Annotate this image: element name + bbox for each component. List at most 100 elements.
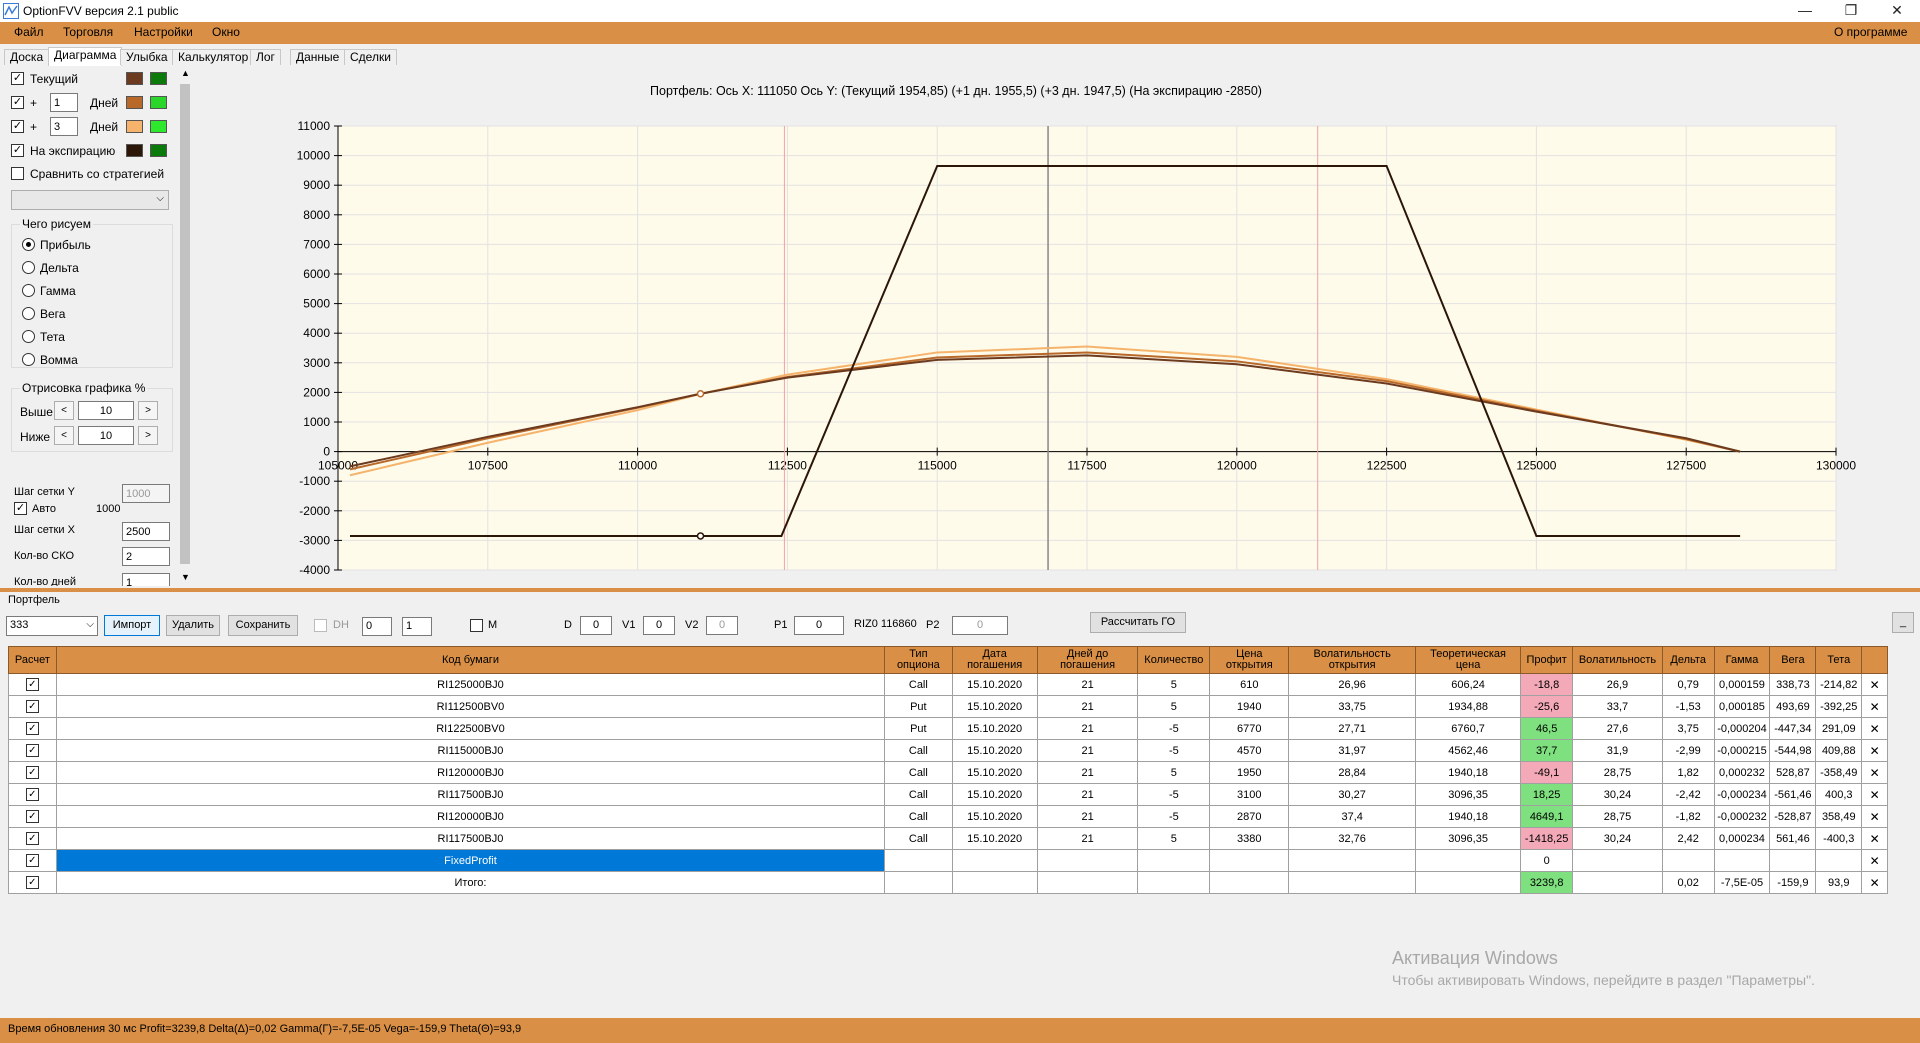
menu-settings[interactable]: Настройки bbox=[134, 25, 193, 39]
profit-chart-area[interactable]: Портфель: Ось X: 111050 Ось Y: (Текущий … bbox=[196, 70, 1920, 585]
row-calc-checkbox[interactable]: ✓ bbox=[25, 876, 39, 889]
plus1-checkbox[interactable]: ✓ bbox=[11, 96, 24, 109]
dh-checkbox[interactable] bbox=[314, 619, 327, 632]
plus3-color-orange[interactable] bbox=[126, 120, 143, 133]
above-input[interactable] bbox=[78, 401, 134, 420]
table-row[interactable]: ✓ RI120000BJ0 Call 15.10.2020 21 5 1950 28,84 19… bbox=[8, 761, 1888, 784]
below-increase-button[interactable]: > bbox=[138, 426, 158, 445]
row-calc-checkbox[interactable]: ✓ bbox=[25, 854, 39, 867]
scrollbar-thumb[interactable] bbox=[180, 84, 190, 564]
d-input[interactable]: 0 bbox=[580, 616, 612, 635]
current-color-brown[interactable] bbox=[126, 72, 143, 85]
spin2-input[interactable]: 1 bbox=[402, 617, 432, 636]
current-checkbox[interactable]: ✓ bbox=[11, 72, 24, 85]
row-calc-cell[interactable]: ✓ bbox=[8, 805, 57, 828]
table-row[interactable]: ✓ RI122500BV0 Put 15.10.2020 21 -5 6770 27,71 67… bbox=[8, 717, 1888, 740]
col-days[interactable]: Дней до погашения bbox=[1036, 646, 1139, 674]
table-row[interactable]: ✓ RI115000BJ0 Call 15.10.2020 21 -5 4570 31,97 4… bbox=[8, 739, 1888, 762]
col-theta[interactable]: Тета bbox=[1815, 646, 1863, 674]
p2-input[interactable]: 0 bbox=[952, 616, 1008, 635]
plus1-days-input[interactable] bbox=[50, 93, 78, 112]
row-calc-cell[interactable]: ✓ bbox=[8, 761, 57, 784]
radio-theta[interactable] bbox=[22, 330, 35, 343]
above-decrease-button[interactable]: < bbox=[54, 401, 74, 420]
remove-row-button[interactable]: ✕ bbox=[1861, 739, 1888, 762]
row-calc-cell[interactable]: ✓ bbox=[8, 739, 57, 762]
cell-code[interactable]: FixedProfit bbox=[55, 849, 886, 872]
col-vega[interactable]: Вега bbox=[1769, 646, 1817, 674]
close-button[interactable]: ✕ bbox=[1874, 0, 1920, 22]
row-calc-checkbox[interactable]: ✓ bbox=[25, 832, 39, 845]
remove-row-button[interactable]: ✕ bbox=[1861, 805, 1888, 828]
table-row[interactable]: ✓ RI120000BJ0 Call 15.10.2020 21 -5 2870 37,4 19… bbox=[8, 805, 1888, 828]
row-calc-cell[interactable]: ✓ bbox=[8, 673, 57, 696]
col-vol[interactable]: Волатильность bbox=[1572, 646, 1663, 674]
tab-calculator[interactable]: Калькулятор bbox=[172, 49, 255, 65]
row-calc-cell[interactable]: ✓ bbox=[8, 871, 57, 894]
row-calc-checkbox[interactable]: ✓ bbox=[25, 810, 39, 823]
menu-trading[interactable]: Торговля bbox=[63, 25, 113, 39]
radio-gamma[interactable] bbox=[22, 284, 35, 297]
import-button[interactable]: Импорт bbox=[104, 615, 160, 636]
table-row-total[interactable]: ✓ Итого: 3239,8 0,02 -7,5E-05 -159,9 93,9 ✕ bbox=[8, 871, 1888, 894]
tab-log[interactable]: Лог bbox=[250, 49, 281, 65]
row-calc-checkbox[interactable]: ✓ bbox=[25, 744, 39, 757]
plus1-color-brown[interactable] bbox=[126, 96, 143, 109]
above-increase-button[interactable]: > bbox=[138, 401, 158, 420]
row-calc-checkbox[interactable]: ✓ bbox=[25, 766, 39, 779]
below-input[interactable] bbox=[78, 426, 134, 445]
expiry-color-dark[interactable] bbox=[126, 144, 143, 157]
auto-checkbox[interactable]: ✓ bbox=[14, 502, 27, 515]
row-calc-cell[interactable]: ✓ bbox=[8, 849, 57, 872]
row-calc-checkbox[interactable]: ✓ bbox=[25, 678, 39, 691]
remove-row-button[interactable]: ✕ bbox=[1861, 849, 1888, 872]
row-calc-cell[interactable]: ✓ bbox=[8, 827, 57, 850]
v1-input[interactable]: 0 bbox=[643, 616, 675, 635]
row-calc-checkbox[interactable]: ✓ bbox=[25, 722, 39, 735]
menu-file[interactable]: Файл bbox=[14, 25, 44, 39]
remove-row-button[interactable]: ✕ bbox=[1861, 827, 1888, 850]
collapse-button[interactable]: _ bbox=[1892, 612, 1914, 633]
menu-window[interactable]: Окно bbox=[212, 25, 240, 39]
maximize-button[interactable]: ❐ bbox=[1828, 0, 1874, 22]
plus1-color-green[interactable] bbox=[150, 96, 167, 109]
scroll-down-icon[interactable]: ▼ bbox=[181, 572, 190, 582]
current-color-green[interactable] bbox=[150, 72, 167, 85]
table-row[interactable]: ✓ RI112500BV0 Put 15.10.2020 21 5 1940 33,75 193… bbox=[8, 695, 1888, 718]
col-calc[interactable]: Расчет bbox=[8, 646, 57, 674]
step-y-input[interactable] bbox=[122, 484, 170, 503]
minimize-button[interactable]: — bbox=[1782, 0, 1828, 22]
calculate-margin-button[interactable]: Рассчитать ГО bbox=[1090, 612, 1186, 633]
step-x-input[interactable] bbox=[122, 522, 170, 541]
table-row-fixed-profit[interactable]: ✓ FixedProfit 0 ✕ bbox=[8, 849, 1888, 872]
plus3-checkbox[interactable]: ✓ bbox=[11, 120, 24, 133]
plus3-color-green[interactable] bbox=[150, 120, 167, 133]
radio-vomma[interactable] bbox=[22, 353, 35, 366]
col-type[interactable]: Тип опциона bbox=[884, 646, 953, 674]
sko-input[interactable] bbox=[122, 547, 170, 566]
col-vol-open[interactable]: Волатильность открытия bbox=[1288, 646, 1416, 674]
remove-row-button[interactable]: ✕ bbox=[1861, 761, 1888, 784]
col-date[interactable]: Дата погашения bbox=[951, 646, 1038, 674]
radio-delta[interactable] bbox=[22, 261, 35, 274]
col-code[interactable]: Код бумаги bbox=[55, 646, 886, 674]
tab-board[interactable]: Доска bbox=[4, 49, 50, 65]
row-calc-cell[interactable]: ✓ bbox=[8, 695, 57, 718]
remove-row-button[interactable]: ✕ bbox=[1861, 673, 1888, 696]
table-row[interactable]: ✓ RI125000BJ0 Call 15.10.2020 21 5 610 26,96 606… bbox=[8, 673, 1888, 696]
row-calc-checkbox[interactable]: ✓ bbox=[25, 700, 39, 713]
row-calc-checkbox[interactable]: ✓ bbox=[25, 788, 39, 801]
table-row[interactable]: ✓ RI117500BJ0 Call 15.10.2020 21 -5 3100 30,27 3… bbox=[8, 783, 1888, 806]
compare-checkbox[interactable] bbox=[11, 167, 24, 180]
strategy-combobox[interactable]: ⌵ bbox=[11, 190, 169, 210]
m-checkbox[interactable] bbox=[470, 619, 483, 632]
radio-vega[interactable] bbox=[22, 307, 35, 320]
menu-about[interactable]: О программе bbox=[1834, 25, 1907, 39]
save-button[interactable]: Сохранить bbox=[228, 615, 298, 636]
portfolio-combobox[interactable]: 333 ⌵ bbox=[6, 616, 98, 636]
remove-row-button[interactable]: ✕ bbox=[1861, 695, 1888, 718]
tab-smile[interactable]: Улыбка bbox=[120, 49, 174, 65]
col-profit[interactable]: Профит bbox=[1520, 646, 1574, 674]
p1-input[interactable]: 0 bbox=[794, 616, 844, 635]
delete-button[interactable]: Удалить bbox=[166, 615, 220, 636]
